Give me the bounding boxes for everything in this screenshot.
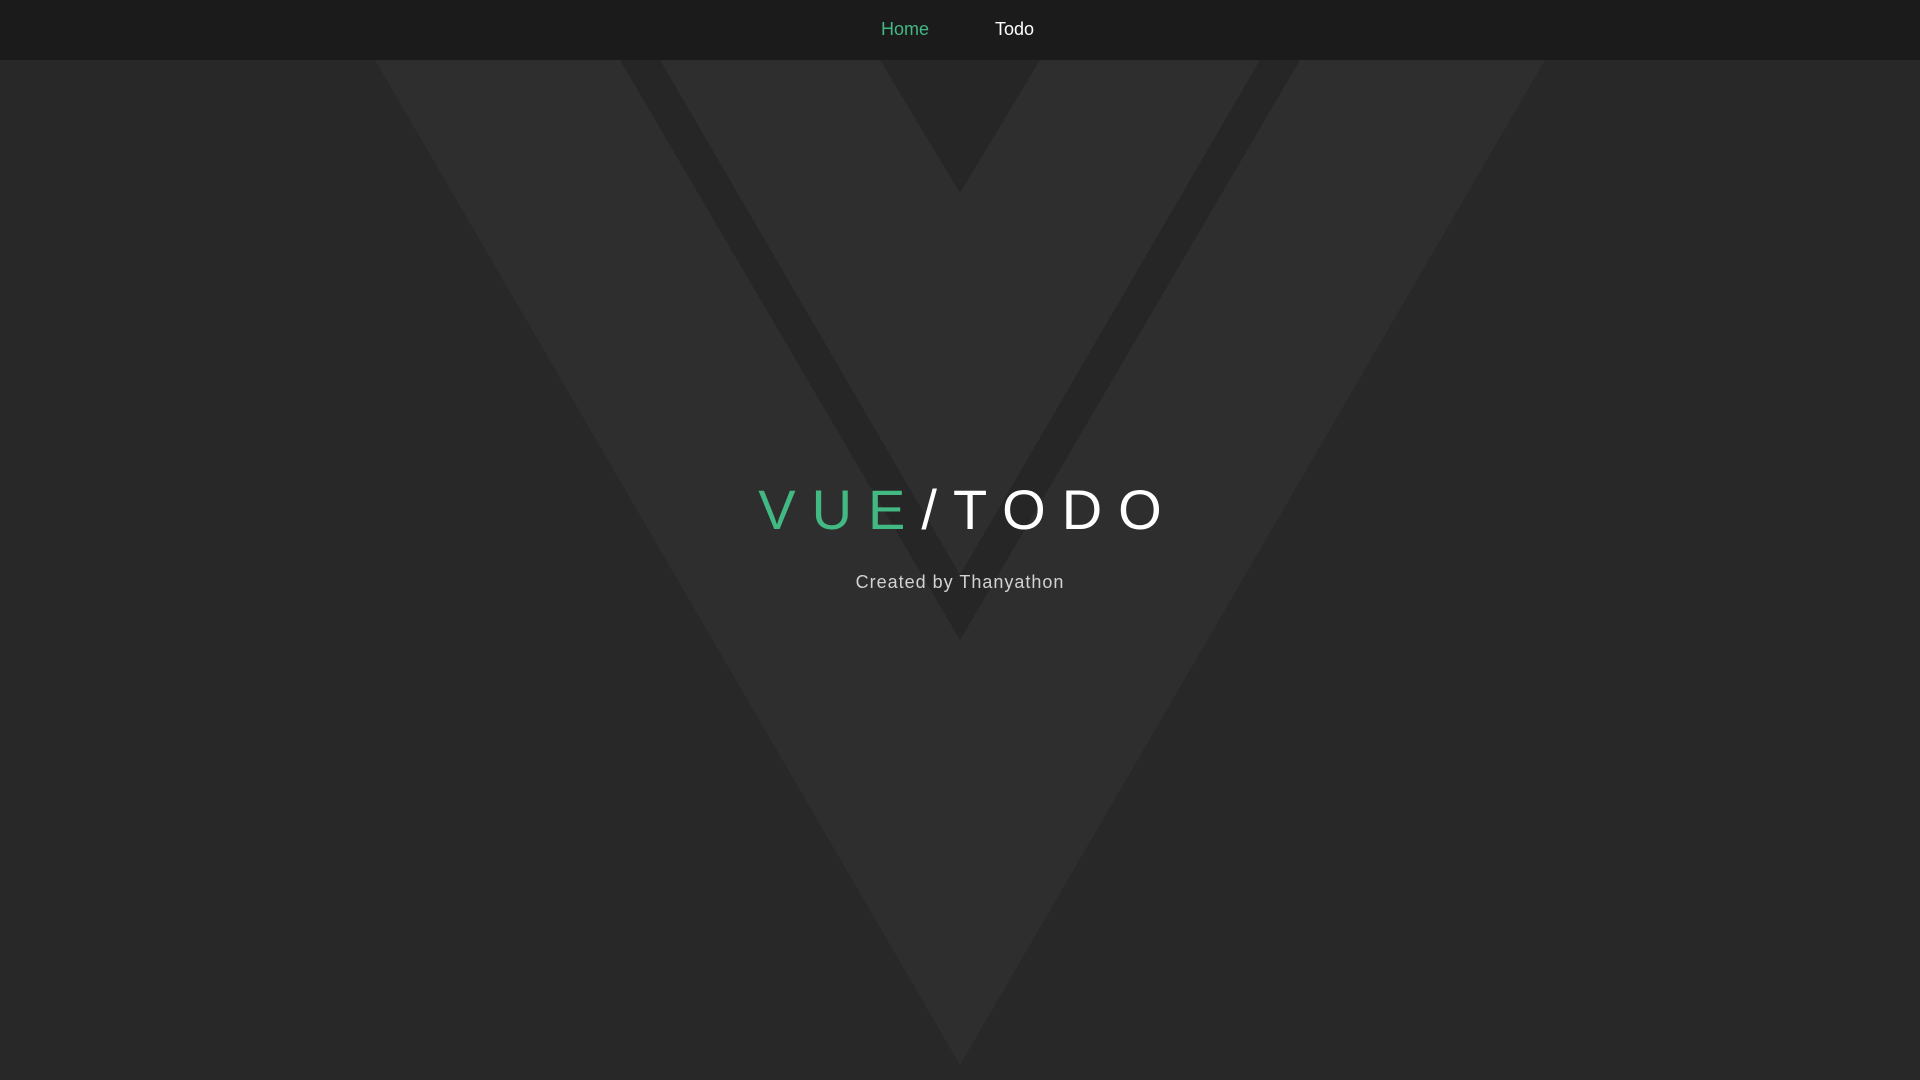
title-todo: TODO (952, 478, 1178, 541)
hero-section: VUE/TODO Created by Thanyathon (0, 470, 1920, 594)
nav-link-home[interactable]: Home (881, 18, 929, 40)
app-root: Home Todo VUE/TODO Created by Thanyathon (0, 0, 1920, 1080)
nav-link-todo[interactable]: Todo (995, 18, 1034, 40)
author-credit: Created by Thanyathon (855, 572, 1065, 592)
title-separator: / (921, 478, 953, 541)
page-title: VUE/TODO (0, 470, 1920, 550)
title-vue: VUE (758, 478, 922, 541)
top-navigation: Home Todo (0, 0, 1920, 60)
